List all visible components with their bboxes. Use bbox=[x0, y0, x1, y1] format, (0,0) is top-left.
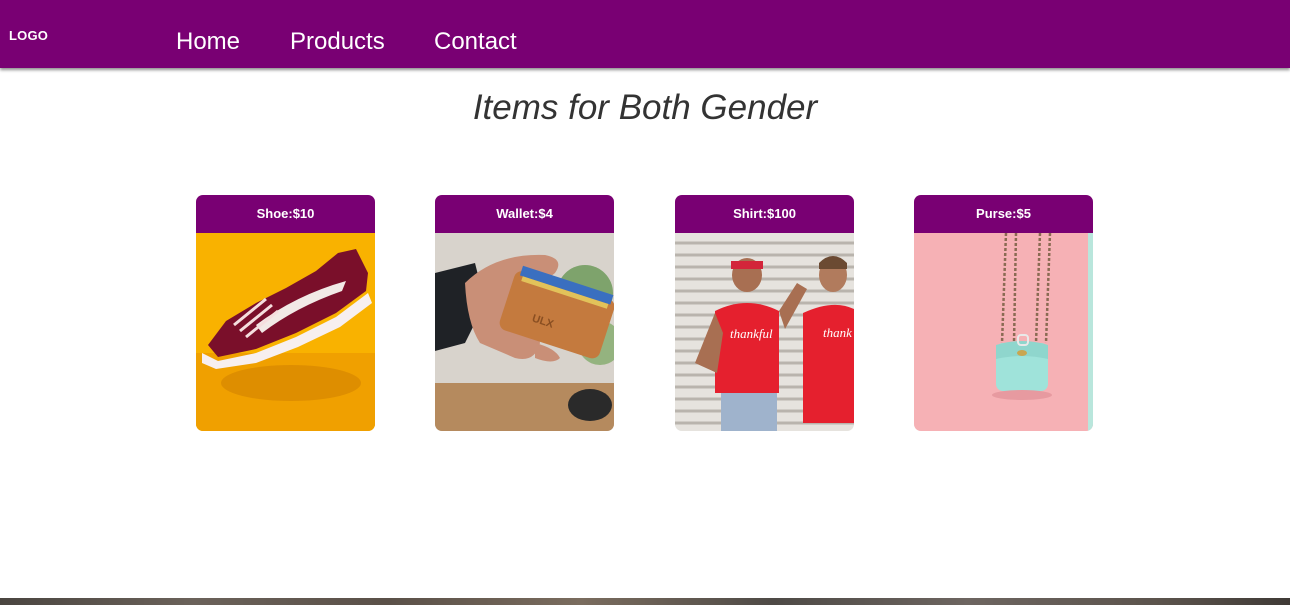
nav-link-home[interactable]: Home bbox=[176, 28, 240, 56]
product-card-shoe[interactable]: Shoe:$10 bbox=[196, 195, 375, 431]
svg-text:thankful: thankful bbox=[730, 326, 773, 341]
product-card-purse[interactable]: Purse:$5 bbox=[914, 195, 1093, 431]
product-card-title: Shoe:$10 bbox=[196, 195, 375, 233]
product-card-title: Purse:$5 bbox=[914, 195, 1093, 233]
shoe-image bbox=[196, 233, 375, 431]
logo[interactable]: LOGO bbox=[9, 28, 48, 43]
purse-image bbox=[914, 233, 1093, 431]
svg-text:thank: thank bbox=[823, 325, 852, 340]
nav-link-products[interactable]: Products bbox=[290, 28, 385, 56]
product-card-wallet[interactable]: Wallet:$4 ULX bbox=[435, 195, 614, 431]
page-heading: Items for Both Gender bbox=[472, 88, 818, 127]
bottom-image-strip bbox=[0, 598, 1290, 605]
wallet-image: ULX bbox=[435, 233, 614, 431]
navbar: LOGO Home Products Contact bbox=[0, 0, 1290, 68]
product-card-title: Wallet:$4 bbox=[435, 195, 614, 233]
nav-link-contact[interactable]: Contact bbox=[434, 28, 517, 56]
product-card-shirt[interactable]: Shirt:$100 thankful thank bbox=[675, 195, 854, 431]
product-card-title: Shirt:$100 bbox=[675, 195, 854, 233]
shirt-image: thankful thank bbox=[675, 233, 854, 431]
